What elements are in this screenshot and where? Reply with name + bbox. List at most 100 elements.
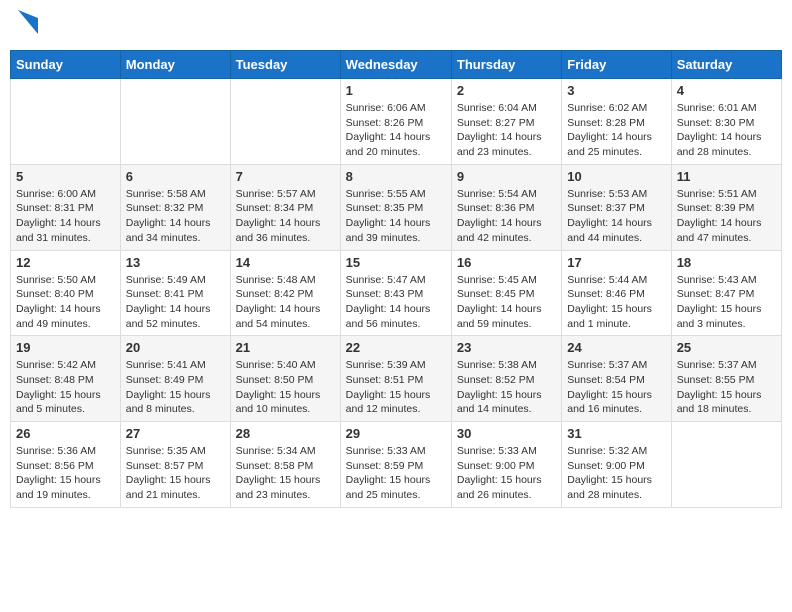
day-info: Sunrise: 5:50 AM Sunset: 8:40 PM Dayligh… — [16, 273, 115, 332]
logo-icon — [18, 10, 38, 34]
day-number: 14 — [236, 255, 335, 270]
col-header-tuesday: Tuesday — [230, 51, 340, 79]
calendar-header-row: SundayMondayTuesdayWednesdayThursdayFrid… — [11, 51, 782, 79]
day-info: Sunrise: 5:41 AM Sunset: 8:49 PM Dayligh… — [126, 358, 225, 417]
calendar-cell: 15 Sunrise: 5:47 AM Sunset: 8:43 PM Dayli… — [340, 250, 451, 336]
day-info: Sunrise: 5:51 AM Sunset: 8:39 PM Dayligh… — [677, 187, 776, 246]
calendar-cell — [120, 79, 230, 165]
day-number: 8 — [346, 169, 446, 184]
day-info: Sunrise: 5:49 AM Sunset: 8:41 PM Dayligh… — [126, 273, 225, 332]
day-number: 1 — [346, 83, 446, 98]
calendar-cell: 24Sunrise: 5:37 AM Sunset: 8:54 PM Dayli… — [562, 336, 671, 422]
day-number: 13 — [126, 255, 225, 270]
day-info: Sunrise: 5:43 AM Sunset: 8:47 PM Dayligh… — [677, 273, 776, 332]
calendar-cell: 19 Sunrise: 5:42 AM Sunset: 8:48 PM Dayli… — [11, 336, 121, 422]
col-header-thursday: Thursday — [451, 51, 561, 79]
day-number: 5 — [16, 169, 115, 184]
day-info: Sunrise: 5:37 AM Sunset: 8:55 PM Dayligh… — [677, 358, 776, 417]
calendar-table: SundayMondayTuesdayWednesdayThursdayFrid… — [10, 50, 782, 508]
col-header-friday: Friday — [562, 51, 671, 79]
calendar-cell: 10 Sunrise: 5:53 AM Sunset: 8:37 PM Dayli… — [562, 164, 671, 250]
day-number: 2 — [457, 83, 556, 98]
calendar-week-row: 1 Sunrise: 6:06 AM Sunset: 8:26 PM Daylig… — [11, 79, 782, 165]
day-info: Sunrise: 5:40 AM Sunset: 8:50 PM Dayligh… — [236, 358, 335, 417]
day-info: Sunrise: 6:06 AM Sunset: 8:26 PM Dayligh… — [346, 101, 446, 160]
calendar-cell — [230, 79, 340, 165]
calendar-cell: 11 Sunrise: 5:51 AM Sunset: 8:39 PM Dayli… — [671, 164, 781, 250]
day-number: 6 — [126, 169, 225, 184]
calendar-cell: 30 Sunrise: 5:33 AM Sunset: 9:00 PM Dayli… — [451, 422, 561, 508]
col-header-saturday: Saturday — [671, 51, 781, 79]
logo — [16, 14, 38, 38]
day-info: Sunrise: 6:01 AM Sunset: 8:30 PM Dayligh… — [677, 101, 776, 160]
day-info: Sunrise: 5:32 AM Sunset: 9:00 PM Dayligh… — [567, 444, 665, 503]
calendar-cell — [671, 422, 781, 508]
day-info: Sunrise: 6:02 AM Sunset: 8:28 PM Dayligh… — [567, 101, 665, 160]
calendar-cell: 6Sunrise: 5:58 AM Sunset: 8:32 PM Daylig… — [120, 164, 230, 250]
calendar-cell: 21 Sunrise: 5:40 AM Sunset: 8:50 PM Dayli… — [230, 336, 340, 422]
day-info: Sunrise: 6:00 AM Sunset: 8:31 PM Dayligh… — [16, 187, 115, 246]
calendar-cell: 28 Sunrise: 5:34 AM Sunset: 8:58 PM Dayli… — [230, 422, 340, 508]
calendar-cell: 20 Sunrise: 5:41 AM Sunset: 8:49 PM Dayli… — [120, 336, 230, 422]
day-number: 4 — [677, 83, 776, 98]
day-info: Sunrise: 5:55 AM Sunset: 8:35 PM Dayligh… — [346, 187, 446, 246]
day-info: Sunrise: 6:04 AM Sunset: 8:27 PM Dayligh… — [457, 101, 556, 160]
day-number: 30 — [457, 426, 556, 441]
day-info: Sunrise: 5:53 AM Sunset: 8:37 PM Dayligh… — [567, 187, 665, 246]
day-info: Sunrise: 5:45 AM Sunset: 8:45 PM Dayligh… — [457, 273, 556, 332]
day-info: Sunrise: 5:35 AM Sunset: 8:57 PM Dayligh… — [126, 444, 225, 503]
calendar-cell: 17Sunrise: 5:44 AM Sunset: 8:46 PM Dayli… — [562, 250, 671, 336]
day-info: Sunrise: 5:38 AM Sunset: 8:52 PM Dayligh… — [457, 358, 556, 417]
day-number: 16 — [457, 255, 556, 270]
day-number: 26 — [16, 426, 115, 441]
calendar-cell: 9 Sunrise: 5:54 AM Sunset: 8:36 PM Daylig… — [451, 164, 561, 250]
calendar-cell: 16 Sunrise: 5:45 AM Sunset: 8:45 PM Dayli… — [451, 250, 561, 336]
day-info: Sunrise: 5:54 AM Sunset: 8:36 PM Dayligh… — [457, 187, 556, 246]
col-header-sunday: Sunday — [11, 51, 121, 79]
calendar-cell: 14 Sunrise: 5:48 AM Sunset: 8:42 PM Dayli… — [230, 250, 340, 336]
day-number: 19 — [16, 340, 115, 355]
day-number: 21 — [236, 340, 335, 355]
day-info: Sunrise: 5:44 AM Sunset: 8:46 PM Dayligh… — [567, 273, 665, 332]
day-info: Sunrise: 5:34 AM Sunset: 8:58 PM Dayligh… — [236, 444, 335, 503]
calendar-week-row: 19 Sunrise: 5:42 AM Sunset: 8:48 PM Dayli… — [11, 336, 782, 422]
col-header-monday: Monday — [120, 51, 230, 79]
calendar-cell: 8 Sunrise: 5:55 AM Sunset: 8:35 PM Daylig… — [340, 164, 451, 250]
calendar-cell: 13 Sunrise: 5:49 AM Sunset: 8:41 PM Dayli… — [120, 250, 230, 336]
day-info: Sunrise: 5:36 AM Sunset: 8:56 PM Dayligh… — [16, 444, 115, 503]
day-info: Sunrise: 5:48 AM Sunset: 8:42 PM Dayligh… — [236, 273, 335, 332]
day-number: 31 — [567, 426, 665, 441]
day-number: 23 — [457, 340, 556, 355]
day-info: Sunrise: 5:42 AM Sunset: 8:48 PM Dayligh… — [16, 358, 115, 417]
calendar-week-row: 26 Sunrise: 5:36 AM Sunset: 8:56 PM Dayli… — [11, 422, 782, 508]
col-header-wednesday: Wednesday — [340, 51, 451, 79]
calendar-cell: 5 Sunrise: 6:00 AM Sunset: 8:31 PM Daylig… — [11, 164, 121, 250]
calendar-cell: 23 Sunrise: 5:38 AM Sunset: 8:52 PM Dayli… — [451, 336, 561, 422]
day-number: 11 — [677, 169, 776, 184]
calendar-cell: 2 Sunrise: 6:04 AM Sunset: 8:27 PM Daylig… — [451, 79, 561, 165]
day-number: 18 — [677, 255, 776, 270]
day-info: Sunrise: 5:33 AM Sunset: 9:00 PM Dayligh… — [457, 444, 556, 503]
day-number: 27 — [126, 426, 225, 441]
day-number: 15 — [346, 255, 446, 270]
day-number: 28 — [236, 426, 335, 441]
calendar-week-row: 12 Sunrise: 5:50 AM Sunset: 8:40 PM Dayli… — [11, 250, 782, 336]
calendar-cell — [11, 79, 121, 165]
calendar-cell: 27 Sunrise: 5:35 AM Sunset: 8:57 PM Dayli… — [120, 422, 230, 508]
day-number: 12 — [16, 255, 115, 270]
calendar-cell: 18 Sunrise: 5:43 AM Sunset: 8:47 PM Dayli… — [671, 250, 781, 336]
day-info: Sunrise: 5:33 AM Sunset: 8:59 PM Dayligh… — [346, 444, 446, 503]
day-info: Sunrise: 5:57 AM Sunset: 8:34 PM Dayligh… — [236, 187, 335, 246]
calendar-week-row: 5 Sunrise: 6:00 AM Sunset: 8:31 PM Daylig… — [11, 164, 782, 250]
page-header — [10, 10, 782, 42]
day-number: 22 — [346, 340, 446, 355]
day-number: 10 — [567, 169, 665, 184]
day-number: 20 — [126, 340, 225, 355]
day-info: Sunrise: 5:37 AM Sunset: 8:54 PM Dayligh… — [567, 358, 665, 417]
calendar-cell: 26 Sunrise: 5:36 AM Sunset: 8:56 PM Dayli… — [11, 422, 121, 508]
calendar-cell: 7Sunrise: 5:57 AM Sunset: 8:34 PM Daylig… — [230, 164, 340, 250]
day-info: Sunrise: 5:47 AM Sunset: 8:43 PM Dayligh… — [346, 273, 446, 332]
day-number: 3 — [567, 83, 665, 98]
day-number: 9 — [457, 169, 556, 184]
calendar-cell: 12 Sunrise: 5:50 AM Sunset: 8:40 PM Dayli… — [11, 250, 121, 336]
